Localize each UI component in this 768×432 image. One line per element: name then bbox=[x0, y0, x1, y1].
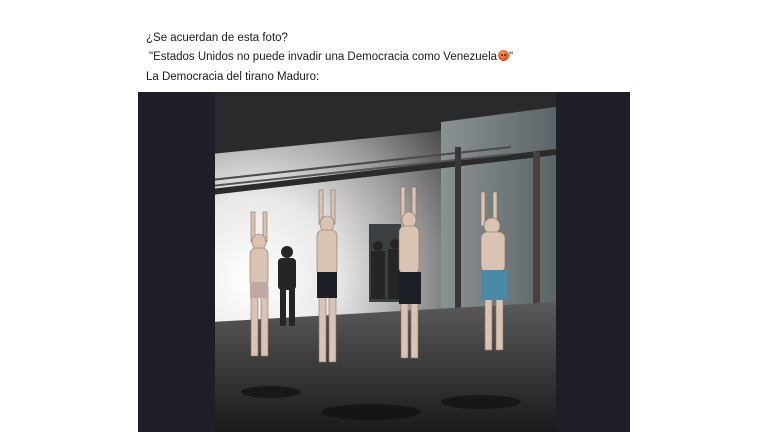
post-text-line-3: La Democracia del tirano Maduro: bbox=[146, 71, 320, 83]
post-quote-close: " bbox=[509, 51, 514, 63]
social-post: ¿Se acuerdan de esta foto? "Estados Unid… bbox=[0, 0, 768, 432]
post-text-line-1: ¿Se acuerdan de esta foto? bbox=[146, 32, 288, 44]
post-video[interactable] bbox=[138, 92, 630, 432]
angry-face-emoji-icon bbox=[498, 50, 510, 61]
prison-scene-image bbox=[211, 92, 556, 432]
post-quote-text: "Estados Unidos no puede invadir una Dem… bbox=[149, 51, 498, 63]
video-frame bbox=[211, 92, 556, 432]
post-text-line-2: "Estados Unidos no puede invadir una Dem… bbox=[149, 50, 513, 64]
